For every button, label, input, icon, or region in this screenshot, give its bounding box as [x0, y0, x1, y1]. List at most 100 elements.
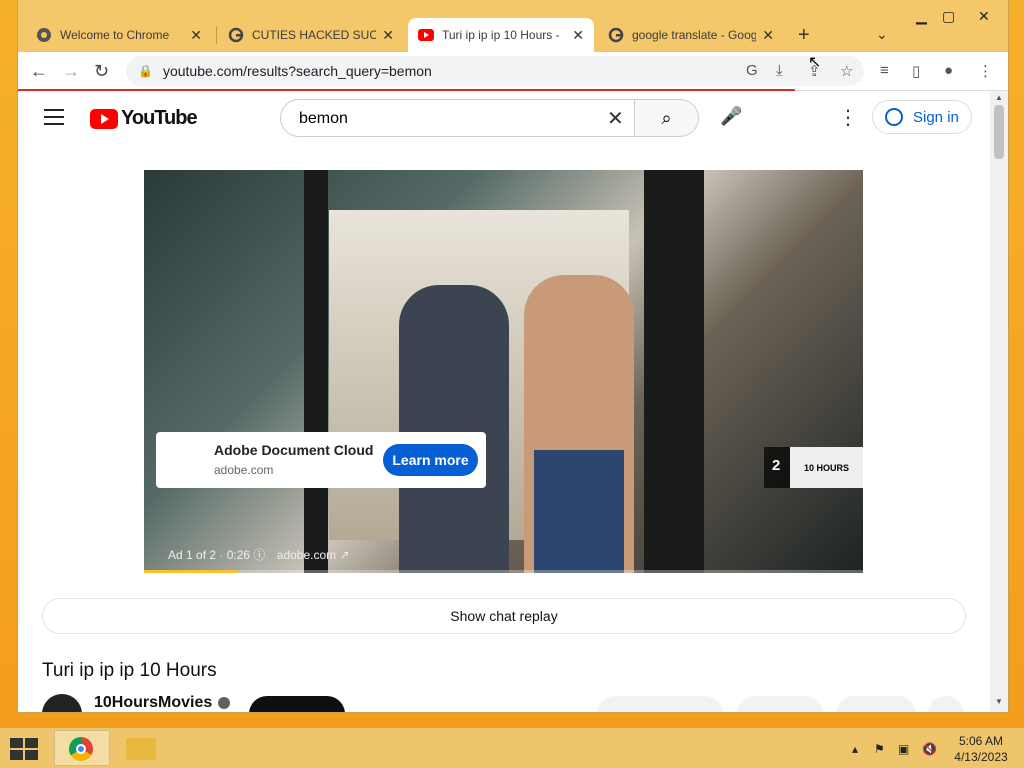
- media-queue-icon[interactable]: ≡: [880, 62, 889, 79]
- tab-cuties-hacked[interactable]: CUTIES HACKED SUCKS ✕: [218, 18, 404, 52]
- lock-icon[interactable]: 🔒: [138, 64, 153, 78]
- channel-name-text[interactable]: 10HoursMovies: [94, 694, 212, 711]
- system-clock[interactable]: 5:06 AM 4/13/2023: [948, 733, 1014, 765]
- google-icon: [608, 27, 624, 43]
- close-window-button[interactable]: ✕: [978, 8, 990, 25]
- channel-avatar[interactable]: [42, 694, 82, 712]
- chrome-globe-icon: [37, 28, 51, 42]
- subscribe-button[interactable]: [249, 696, 345, 712]
- forward-button[interactable]: →: [62, 61, 80, 82]
- ad-counter-text: Ad 1 of 2 · 0:26: [168, 548, 251, 562]
- close-tab-icon[interactable]: ✕: [382, 27, 394, 44]
- taskbar-file-explorer[interactable]: [114, 730, 170, 766]
- thumbnail-text: 10 HOURS: [804, 463, 850, 473]
- video-frame-door: [304, 170, 328, 573]
- tab-turi-ip-ip[interactable]: Turi ip ip ip 10 Hours - ✕: [408, 18, 594, 52]
- reload-button[interactable]: ↻: [94, 61, 109, 82]
- verified-icon: [218, 696, 231, 709]
- settings-kebab-icon[interactable]: ⋮: [838, 105, 858, 130]
- sign-in-label: Sign in: [913, 108, 959, 126]
- page-scrollbar[interactable]: ▲ ▼: [990, 91, 1008, 712]
- tab-strip: Welcome to Chrome ✕ CUTIES HACKED SUCKS …: [18, 0, 1008, 52]
- maximize-button[interactable]: ▢: [942, 8, 955, 25]
- video-title: Turi ip ip ip 10 Hours: [42, 660, 217, 681]
- install-app-icon[interactable]: ⤓: [776, 62, 783, 79]
- close-tab-icon[interactable]: ✕: [190, 27, 202, 44]
- tab-search-chevron-icon[interactable]: ⌄: [876, 26, 888, 43]
- volume-muted-icon[interactable]: 🔇: [922, 742, 937, 756]
- profile-icon[interactable]: ●: [944, 62, 953, 79]
- next-ad-count: 2: [772, 457, 781, 474]
- show-chat-replay-button[interactable]: Show chat replay: [42, 598, 966, 634]
- video-player[interactable]: Adobe Document Cloud adobe.com Learn mor…: [144, 170, 863, 573]
- tab-welcome-to-chrome[interactable]: Welcome to Chrome ✕: [26, 18, 212, 52]
- channel-name[interactable]: 10HoursMovies: [94, 694, 231, 712]
- info-icon[interactable]: ⓘ: [253, 548, 265, 562]
- side-panel-icon[interactable]: ▯: [912, 62, 920, 80]
- tab-google-translate[interactable]: google translate - Goog ✕: [598, 18, 784, 52]
- share-button[interactable]: [737, 696, 823, 712]
- windows-start-button[interactable]: [10, 738, 38, 760]
- ad-domain: adobe.com: [214, 463, 274, 477]
- youtube-wordmark: YouTube: [121, 107, 198, 129]
- search-box[interactable]: ✕: [280, 99, 635, 137]
- next-video-preview[interactable]: 2 10 HOURS: [764, 447, 863, 488]
- action-center-flag-icon[interactable]: ⚑: [874, 742, 885, 756]
- more-actions-button[interactable]: [928, 696, 964, 712]
- youtube-logo[interactable]: YouTube: [90, 107, 198, 130]
- taskbar-chrome[interactable]: [54, 730, 110, 766]
- menu-icon[interactable]: [44, 109, 64, 130]
- account-icon: [885, 108, 903, 126]
- folder-icon: [126, 738, 156, 760]
- close-tab-icon[interactable]: ✕: [762, 27, 774, 44]
- youtube-icon: [418, 29, 434, 41]
- youtube-play-icon: [90, 108, 118, 129]
- ad-progress-fill: [144, 570, 238, 573]
- video-frame-door: [644, 170, 704, 573]
- new-tab-button[interactable]: +: [798, 24, 810, 47]
- youtube-page: YouTube ✕ ⌕ 🎤 ⋮ Sign in Adobe Document C…: [18, 91, 1008, 712]
- ad-title[interactable]: Adobe Document Cloud: [214, 442, 373, 458]
- clock-time: 5:06 AM: [958, 734, 1004, 748]
- external-link-icon: ↗: [339, 548, 350, 562]
- sign-in-button[interactable]: Sign in: [872, 100, 972, 134]
- video-person: [399, 285, 509, 573]
- google-icon: [228, 27, 244, 43]
- back-button[interactable]: ←: [30, 61, 48, 82]
- tab-divider: [216, 26, 217, 44]
- clear-search-icon[interactable]: ✕: [607, 106, 624, 131]
- chrome-menu-icon[interactable]: ⋮: [978, 62, 993, 80]
- tab-title: Turi ip ip ip 10 Hours -: [442, 28, 560, 42]
- minimize-button[interactable]: ▁: [916, 8, 927, 25]
- mouse-cursor-icon: ↖: [808, 54, 822, 71]
- browser-toolbar: ← → ↻ 🔒 youtube.com/results?search_query…: [18, 52, 1008, 91]
- bookmark-star-icon[interactable]: ☆: [840, 62, 853, 80]
- search-icon: ⌕: [661, 108, 672, 128]
- ad-overlay-card[interactable]: Adobe Document Cloud adobe.com Learn mor…: [156, 432, 486, 488]
- google-lens-icon[interactable]: G: [746, 62, 758, 79]
- ad-link[interactable]: adobe.com: [277, 548, 336, 562]
- scroll-down-arrow-icon[interactable]: ▼: [995, 697, 1003, 706]
- ad-progress-bar: [144, 570, 863, 573]
- taskbar: ▴ ⚑ ▣ 🔇 5:06 AM 4/13/2023: [0, 728, 1024, 768]
- next-video-thumbnail: 10 HOURS: [790, 447, 863, 488]
- tab-title: Welcome to Chrome: [60, 28, 170, 42]
- learn-more-button[interactable]: Learn more: [383, 444, 478, 476]
- chrome-icon: [69, 737, 93, 761]
- close-tab-icon[interactable]: ✕: [572, 27, 584, 44]
- network-icon[interactable]: ▣: [898, 742, 909, 756]
- ad-info: Ad 1 of 2 · 0:26 ⓘ adobe.com ↗: [168, 546, 350, 563]
- url-text[interactable]: youtube.com/results?search_query=bemon: [163, 63, 432, 79]
- microphone-icon[interactable]: 🎤: [720, 106, 742, 127]
- search-button[interactable]: ⌕: [635, 99, 699, 137]
- tab-title: google translate - Goog: [632, 28, 757, 42]
- like-button[interactable]: [597, 696, 723, 712]
- tab-title: CUTIES HACKED SUCKS: [252, 28, 377, 42]
- save-button[interactable]: [836, 696, 916, 712]
- show-hidden-icons-chevron-icon[interactable]: ▴: [852, 742, 858, 756]
- scroll-up-arrow-icon[interactable]: ▲: [995, 93, 1003, 102]
- video-person-jeans: [534, 450, 624, 573]
- scrollbar-thumb[interactable]: [994, 105, 1004, 159]
- chrome-window: Welcome to Chrome ✕ CUTIES HACKED SUCKS …: [18, 0, 1008, 712]
- search-input[interactable]: [297, 109, 601, 129]
